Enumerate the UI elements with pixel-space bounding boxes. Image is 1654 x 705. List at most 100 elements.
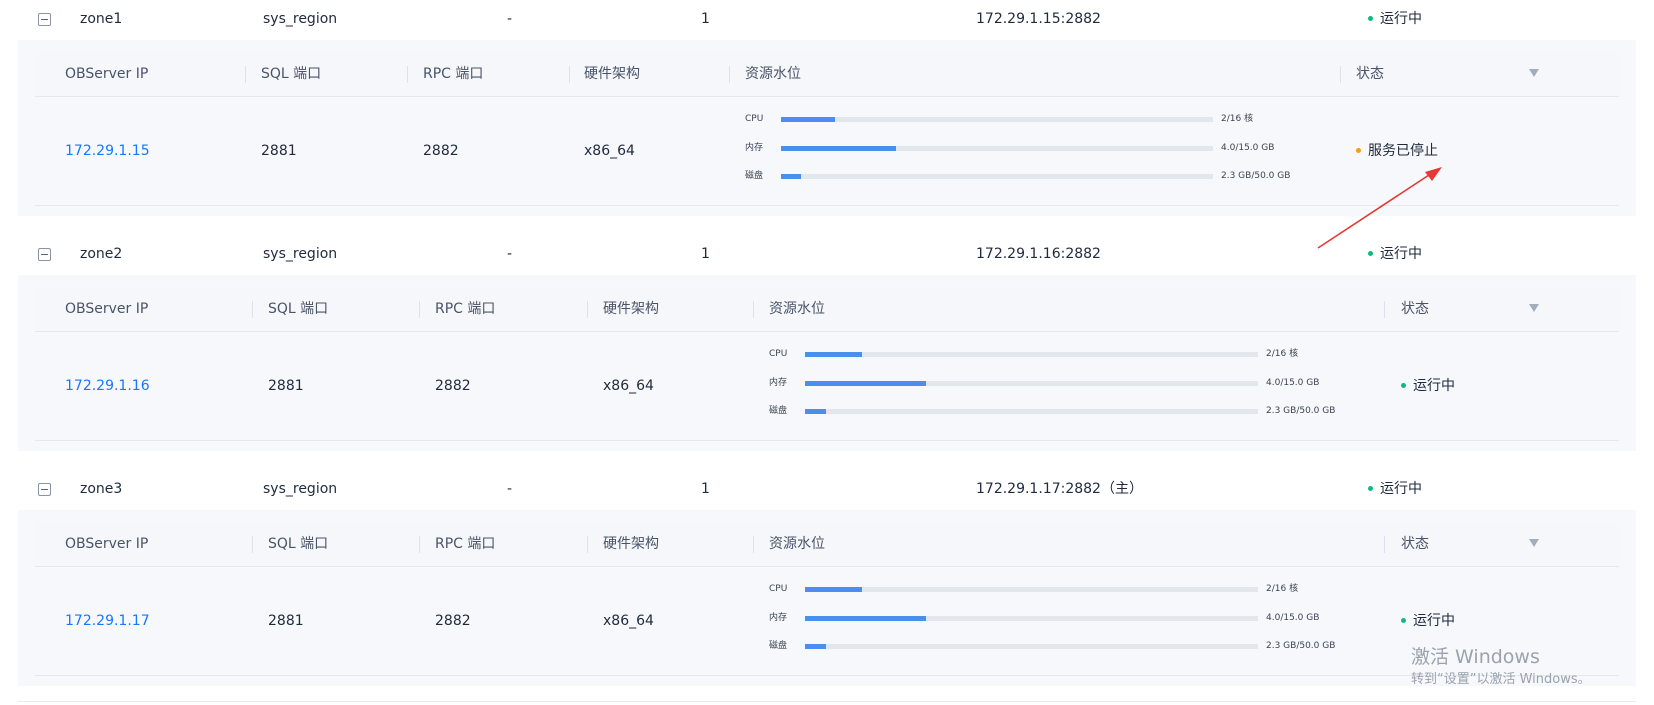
- resource-usage: CPU 2/16 核内存 4.0/15.0 GB 磁盘 2.3 GB/50.0 GB: [745, 97, 1365, 205]
- observer-arch: x86_64: [584, 143, 635, 159]
- resource-progress-bar: [805, 644, 1258, 649]
- column-header-sql-port: SQL 端口: [268, 301, 329, 317]
- observer-sql-port: 2881: [268, 378, 304, 394]
- collapse-toggle-icon[interactable]: [38, 248, 51, 261]
- zone-name: zone2: [80, 246, 123, 262]
- resource-label: 内存: [769, 377, 788, 388]
- observer-row: 172.29.1.17 2881 2882 x86_64 CPU 2/16 核内存 4.0/…: [35, 567, 1619, 676]
- observer-subtable: OBServer IP SQL 端口 RPC 端口 硬件架构 资源水位 状态 172.29.…: [35, 522, 1619, 676]
- resource-row: 内存 4.0/15.0 GB: [769, 612, 1389, 624]
- watermark-subtitle: 转到“设置”以激活 Windows。: [1411, 672, 1591, 687]
- filter-icon[interactable]: [1529, 69, 1539, 77]
- column-header-rpc-port: RPC 端口: [423, 66, 484, 82]
- column-separator: [587, 536, 588, 553]
- column-header-resource: 资源水位: [745, 66, 801, 82]
- observer-rpc-port: 2882: [435, 613, 471, 629]
- resource-value: 2/16 核: [1221, 114, 1254, 124]
- resource-value: 4.0/15.0 GB: [1266, 612, 1320, 623]
- resource-progress-fill: [805, 587, 862, 592]
- column-separator: [252, 301, 253, 318]
- zone-status-text: 运行中: [1380, 246, 1422, 262]
- zone-name: zone3: [80, 481, 123, 497]
- zone-expanded-panel: OBServer IP SQL 端口 RPC 端口 硬件架构 资源水位 状态 172.29.…: [18, 275, 1636, 451]
- resource-progress-bar: [805, 409, 1258, 414]
- zone-root-address: 172.29.1.17:2882（主）: [976, 481, 1143, 497]
- observer-status: 运行中: [1401, 332, 1455, 440]
- status-dot-icon: [1401, 617, 1406, 623]
- observer-sql-port: 2881: [261, 143, 297, 159]
- resource-label: 磁盘: [769, 406, 788, 416]
- observer-subtable-header: OBServer IP SQL 端口 RPC 端口 硬件架构 资源水位 状态: [35, 52, 1619, 97]
- observer-status-text: 运行中: [1413, 378, 1455, 394]
- column-separator: [419, 536, 420, 553]
- column-header-arch: 硬件架构: [584, 66, 640, 82]
- resource-progress-bar: [805, 615, 1258, 621]
- column-separator: [753, 536, 754, 553]
- status-dot-icon: [1368, 15, 1373, 21]
- column-separator: [753, 301, 754, 318]
- resource-value: 2/16 核: [1266, 349, 1299, 359]
- resource-progress-fill: [805, 615, 926, 621]
- column-separator: [245, 66, 246, 83]
- table-bottom-divider: [18, 701, 1636, 702]
- zone-status-text: 运行中: [1380, 11, 1422, 27]
- resource-progress-fill: [805, 352, 862, 357]
- resource-progress-fill: [805, 409, 826, 414]
- column-separator: [1340, 66, 1341, 83]
- column-header-sql-port: SQL 端口: [261, 66, 322, 82]
- observer-ip-link[interactable]: 172.29.1.15: [65, 97, 150, 205]
- column-header-resource: 资源水位: [769, 536, 825, 552]
- filter-icon[interactable]: [1529, 304, 1539, 312]
- zone-row: zone3 sys_region - 1 172.29.1.17:2882（主） 运行中: [18, 470, 1636, 515]
- zone-region: sys_region: [263, 11, 338, 27]
- status-dot-icon: [1368, 485, 1373, 491]
- column-header-resource: 资源水位: [769, 301, 825, 317]
- zone-status: 运行中: [1368, 470, 1422, 508]
- column-header-arch: 硬件架构: [603, 536, 659, 552]
- collapse-toggle-icon[interactable]: [38, 13, 51, 26]
- resource-label: CPU: [745, 114, 764, 124]
- observer-ip-link[interactable]: 172.29.1.17: [65, 567, 150, 675]
- zone-status: 运行中: [1368, 0, 1422, 38]
- observer-ip-link[interactable]: 172.29.1.16: [65, 332, 150, 440]
- windows-activation-watermark: 激活 Windows 转到“设置”以激活 Windows。: [1411, 646, 1591, 688]
- column-separator: [729, 66, 730, 83]
- zone-observer-count: 1: [701, 11, 710, 27]
- observer-arch: x86_64: [603, 613, 654, 629]
- resource-value: 2.3 GB/50.0 GB: [1266, 641, 1336, 651]
- resource-progress-fill: [781, 174, 801, 179]
- observer-rpc-port: 2882: [423, 143, 459, 159]
- status-dot-icon: [1401, 382, 1406, 388]
- zone-expanded-panel: OBServer IP SQL 端口 RPC 端口 硬件架构 资源水位 状态 172.29.…: [18, 510, 1636, 686]
- resource-row: CPU 2/16 核: [769, 348, 1389, 360]
- zone-status-text: 运行中: [1380, 481, 1422, 497]
- column-header-status: 状态: [1401, 301, 1429, 317]
- observer-subtable: OBServer IP SQL 端口 RPC 端口 硬件架构 资源水位 状态 172.29.…: [35, 52, 1619, 206]
- resource-value: 2.3 GB/50.0 GB: [1266, 406, 1336, 416]
- resource-label: 磁盘: [769, 641, 788, 651]
- resource-value: 4.0/15.0 GB: [1221, 142, 1275, 153]
- zone-placeholder: -: [507, 11, 513, 27]
- column-separator: [407, 66, 408, 83]
- resource-progress-bar: [781, 117, 1213, 122]
- collapse-toggle-icon[interactable]: [38, 483, 51, 496]
- zone-observer-count: 1: [701, 246, 710, 262]
- column-header-rpc-port: RPC 端口: [435, 301, 496, 317]
- column-separator: [569, 66, 570, 83]
- zone-placeholder: -: [507, 481, 513, 497]
- filter-icon[interactable]: [1529, 539, 1539, 547]
- column-separator: [1384, 536, 1385, 553]
- resource-row: 磁盘 2.3 GB/50.0 GB: [769, 405, 1389, 417]
- observer-status-text: 运行中: [1413, 613, 1455, 629]
- zone-expanded-panel: OBServer IP SQL 端口 RPC 端口 硬件架构 资源水位 状态 172.29.…: [18, 40, 1636, 216]
- column-header-arch: 硬件架构: [603, 301, 659, 317]
- resource-row: 磁盘 2.3 GB/50.0 GB: [769, 640, 1389, 652]
- observer-arch: x86_64: [603, 378, 654, 394]
- status-dot-icon: [1368, 250, 1373, 256]
- zone-root-address: 172.29.1.15:2882: [976, 11, 1101, 27]
- resource-progress-bar: [781, 145, 1213, 151]
- resource-row: 内存 4.0/15.0 GB: [745, 142, 1365, 154]
- resource-label: 磁盘: [745, 171, 764, 181]
- zone-placeholder: -: [507, 246, 513, 262]
- zone-row: zone2 sys_region - 1 172.29.1.16:2882 运行中: [18, 235, 1636, 280]
